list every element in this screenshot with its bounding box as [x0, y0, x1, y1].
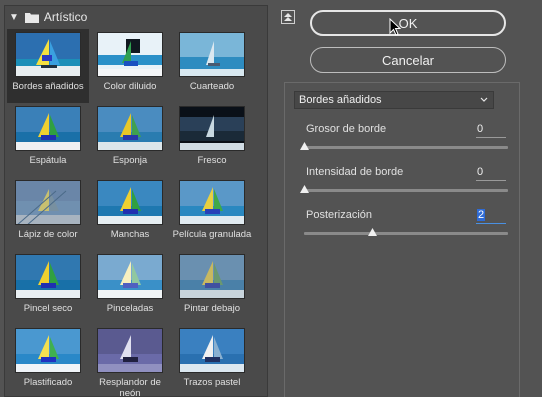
filter-thumbnail	[97, 328, 163, 373]
filter-select-value: Bordes añadidos	[299, 94, 382, 106]
intensidad-de-borde-label: Intensidad de borde	[306, 166, 404, 178]
filter-thumbnail	[97, 254, 163, 299]
filter-item-fresco[interactable]: Fresco	[171, 103, 253, 177]
filter-item-pelicula-granulada[interactable]: Película granulada	[171, 177, 253, 251]
filter-label: Cuarteado	[189, 81, 235, 92]
filter-item-esponja[interactable]: Esponja	[89, 103, 171, 177]
gallery-folder-header[interactable]: ▼ Artístico	[5, 6, 267, 28]
filter-thumbnail	[15, 106, 81, 151]
filter-label: Espátula	[29, 155, 67, 166]
folder-icon	[24, 12, 39, 23]
filter-item-bordes-anadidos[interactable]: Bordes añadidos	[7, 29, 89, 103]
filter-label: Película granulada	[172, 229, 252, 240]
filter-thumbnail	[179, 32, 245, 77]
filter-label: Trazos pastel	[183, 377, 241, 388]
filter-label: Bordes añadidos	[12, 81, 84, 92]
posterizacion-label: Posterización	[306, 209, 373, 221]
grosor-de-borde-slider[interactable]	[304, 146, 508, 149]
filter-label: Fresco	[197, 155, 227, 166]
grosor-de-borde-label: Grosor de borde	[306, 123, 387, 135]
filter-item-manchas[interactable]: Manchas	[89, 177, 171, 251]
grosor-de-borde-field[interactable]: 0	[476, 123, 506, 138]
filter-thumbnail	[179, 106, 245, 151]
chevron-down-icon	[479, 95, 489, 108]
intensidad-de-borde-field[interactable]: 0	[476, 166, 506, 181]
intensidad-de-borde-slider[interactable]	[304, 189, 508, 192]
filter-item-lapiz-de-color[interactable]: Lápiz de color	[7, 177, 89, 251]
filter-thumbnail	[97, 180, 163, 225]
filter-label: Pinceladas	[106, 303, 154, 314]
filter-thumbnail	[179, 254, 245, 299]
filter-thumbnail	[179, 328, 245, 373]
filter-label: Manchas	[110, 229, 150, 240]
posterizacion-slider[interactable]	[304, 232, 508, 235]
filter-item-pintar-debajo[interactable]: Pintar debajo	[171, 251, 253, 325]
posterizacion-field[interactable]: 2	[476, 209, 506, 224]
filter-item-cuarteado[interactable]: Cuarteado	[171, 29, 253, 103]
filter-thumbnail	[97, 32, 163, 77]
filter-label: Pincel seco	[23, 303, 73, 314]
filter-item-espatula[interactable]: Espátula	[7, 103, 89, 177]
filter-item-pinceladas[interactable]: Pinceladas	[89, 251, 171, 325]
filter-thumbnail	[15, 32, 81, 77]
filter-label: Pintar debajo	[184, 303, 240, 314]
filter-label: Esponja	[112, 155, 148, 166]
filter-thumbnail-grid: Bordes añadidos Color diluido Cuarteado …	[7, 29, 267, 397]
filter-label: Color diluido	[103, 81, 157, 92]
cancel-button[interactable]: Cancelar	[310, 47, 506, 73]
mouse-pointer-icon	[389, 17, 402, 39]
filter-gallery: ▼ Artístico Bordes añadidos Color diluid…	[4, 5, 268, 397]
filter-item-color-diluido[interactable]: Color diluido	[89, 29, 171, 103]
filter-label: Lápiz de color	[18, 229, 78, 240]
filter-thumbnail	[15, 180, 81, 225]
filter-thumbnail	[179, 180, 245, 225]
ok-button[interactable]: OK	[310, 10, 506, 36]
filter-item-trazos-pastel[interactable]: Trazos pastel	[171, 325, 253, 396]
filter-select[interactable]: Bordes añadidos	[294, 91, 494, 109]
triangle-down-icon[interactable]: ▼	[9, 12, 19, 23]
filter-thumbnail	[97, 106, 163, 151]
filter-label: Plastificado	[23, 377, 73, 388]
filter-thumbnail	[15, 328, 81, 373]
gallery-folder-label: Artístico	[43, 10, 88, 24]
collapse-up-icon[interactable]	[281, 10, 295, 24]
filter-label: Resplandor de neón	[99, 377, 161, 397]
filter-item-plastificado[interactable]: Plastificado	[7, 325, 89, 396]
filter-thumbnail	[15, 254, 81, 299]
filter-item-resplandor-de-neon[interactable]: Resplandor de neón	[89, 325, 171, 397]
filter-item-pincel-seco[interactable]: Pincel seco	[7, 251, 89, 325]
